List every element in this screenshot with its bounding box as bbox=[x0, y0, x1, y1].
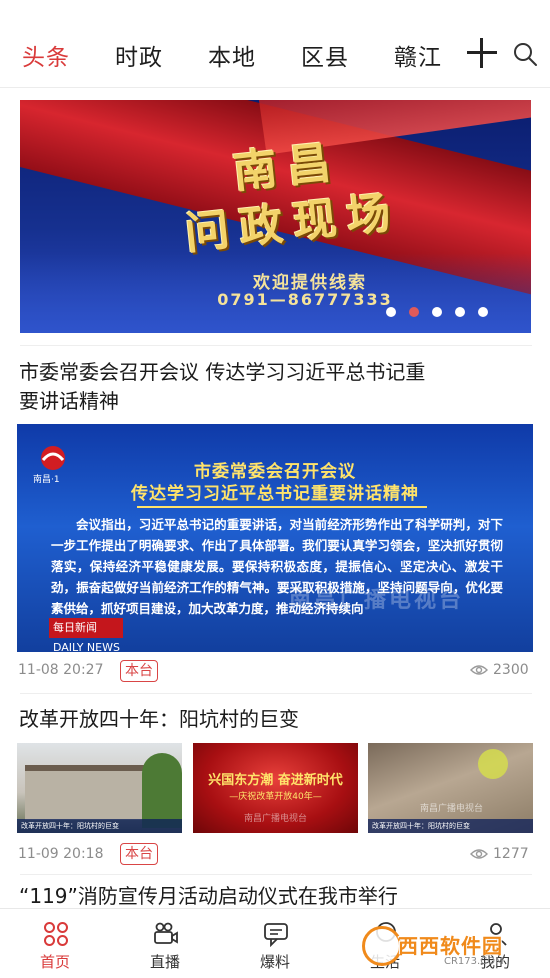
divider bbox=[20, 874, 532, 875]
image-title-2: 传达学习习近平总书记重要讲话精神 bbox=[131, 484, 419, 504]
video-camera-icon bbox=[154, 922, 178, 944]
chat-bubble-icon bbox=[264, 923, 288, 947]
nav-home-label: 首页 bbox=[39, 953, 70, 971]
image-watermark: 南昌广播电视台 bbox=[289, 588, 465, 613]
nav-report[interactable]: 爆料 bbox=[220, 909, 330, 978]
daily-news-badge: 每日新闻 DAILY NEWS bbox=[49, 618, 123, 652]
search-icon[interactable] bbox=[512, 41, 538, 67]
source-tag-1: 本台 bbox=[120, 660, 158, 682]
nav-live-label: 直播 bbox=[149, 953, 180, 971]
thumb-watermark: 南昌广播电视台 bbox=[420, 804, 484, 814]
view-count-value: 2300 bbox=[493, 662, 529, 678]
news-image-1[interactable]: 南昌·1 市委常委会召开会议 传达学习习近平总书记重要讲话精神 会议指出，习近平… bbox=[17, 424, 533, 652]
tab-politics[interactable]: 时政 bbox=[115, 38, 208, 72]
tab-headlines[interactable]: 头条 bbox=[22, 38, 115, 72]
thumb-tree bbox=[142, 753, 182, 828]
nav-home[interactable]: 首页 bbox=[0, 909, 110, 978]
watermark-logo-icon bbox=[362, 926, 402, 966]
channel-tabs: 头条 时政 本地 区县 赣江 bbox=[22, 38, 487, 72]
banner-carousel[interactable]: 南昌 问政现场 欢迎提供线索 0791—86777333 bbox=[20, 100, 531, 333]
thumb-title: 兴国东方潮 奋进新时代 bbox=[208, 773, 343, 788]
news-time-2: 11-09 20:18 bbox=[18, 846, 104, 862]
plus-icon[interactable] bbox=[467, 38, 497, 68]
news-thumb-1[interactable]: 改革开放四十年：阳坑村的巨变 bbox=[17, 743, 182, 833]
news-thumb-3[interactable]: 南昌广播电视台 改革开放四十年：阳坑村的巨变 bbox=[368, 743, 533, 833]
thumb-watermark: 南昌广播电视台 bbox=[243, 814, 307, 824]
view-count-value: 1277 bbox=[493, 846, 529, 862]
divider bbox=[20, 693, 532, 694]
thumb-caption: 改革开放四十年：阳坑村的巨变 bbox=[368, 819, 533, 833]
nav-live[interactable]: 直播 bbox=[110, 909, 220, 978]
divider bbox=[20, 345, 532, 346]
image-title-underline bbox=[137, 506, 427, 508]
site-watermark: 西西软件园 CR173.COM bbox=[362, 922, 542, 970]
carousel-dot[interactable] bbox=[455, 307, 465, 317]
carousel-dot-active[interactable] bbox=[409, 307, 419, 317]
watermark-url: CR173.COM bbox=[444, 956, 504, 967]
watermark-name: 西西软件园 bbox=[398, 934, 503, 958]
tab-local[interactable]: 本地 bbox=[208, 38, 301, 72]
news-headline-2[interactable]: 改革开放四十年：阳坑村的巨变 bbox=[19, 705, 439, 734]
nav-report-label: 爆料 bbox=[259, 953, 290, 971]
home-grid-icon bbox=[44, 922, 68, 946]
carousel-dot[interactable] bbox=[478, 307, 488, 317]
news-time-1: 11-08 20:27 bbox=[18, 662, 104, 678]
eye-icon bbox=[470, 849, 488, 859]
thumb-leaf bbox=[478, 749, 508, 779]
topbar-divider bbox=[0, 87, 550, 88]
eye-icon bbox=[470, 665, 488, 675]
thumb-subtitle: —庆祝改革开放40年— bbox=[229, 792, 322, 802]
tab-districts[interactable]: 区县 bbox=[301, 38, 394, 72]
news-headline-3[interactable]: “119”消防宣传月活动启动仪式在我市举行 bbox=[19, 882, 539, 911]
carousel-dots bbox=[386, 307, 501, 317]
thumb-caption: 改革开放四十年：阳坑村的巨变 bbox=[17, 819, 182, 833]
source-tag-2: 本台 bbox=[120, 843, 158, 865]
carousel-dot[interactable] bbox=[386, 307, 396, 317]
view-count-2: 1277 bbox=[470, 846, 529, 862]
news-thumb-2[interactable]: 兴国东方潮 奋进新时代 —庆祝改革开放40年— 南昌广播电视台 bbox=[193, 743, 358, 833]
view-count-1: 2300 bbox=[470, 662, 529, 678]
news-headline-1[interactable]: 市委常委会召开会议 传达学习习近平总书记重要讲话精神 bbox=[19, 358, 439, 416]
thumb-house bbox=[25, 765, 155, 820]
carousel-dot[interactable] bbox=[432, 307, 442, 317]
channel-bar: 头条 时政 本地 区县 赣江 bbox=[0, 0, 550, 88]
